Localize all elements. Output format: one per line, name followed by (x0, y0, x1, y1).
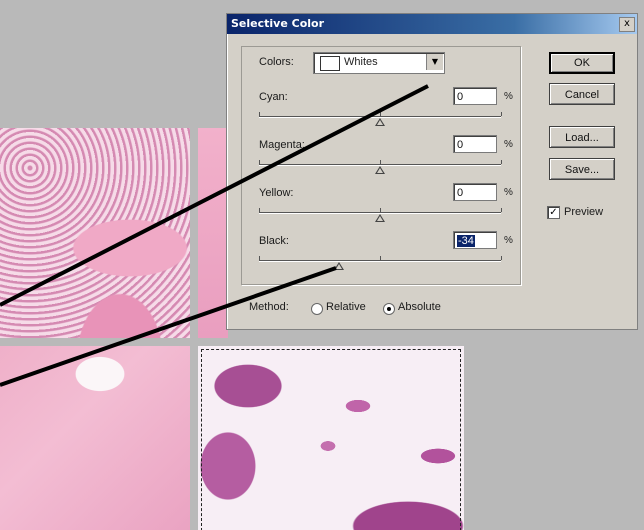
dropdown-arrow-icon[interactable]: ▼ (426, 54, 443, 70)
yellow-tick-right (501, 208, 502, 212)
ok-button[interactable]: OK (549, 52, 615, 74)
colors-dropdown[interactable]: Whites ▼ (313, 52, 445, 74)
load-button[interactable]: Load... (549, 126, 615, 148)
yellow-label: Yellow: (259, 187, 294, 199)
preview-checkbox-icon[interactable]: ✓ (547, 206, 560, 219)
black-tick-right (501, 256, 502, 260)
close-icon: x (624, 18, 630, 29)
colors-label: Colors: (259, 56, 294, 68)
cyan-tick-right (501, 112, 502, 116)
image-tile-top-left (0, 128, 190, 338)
absolute-radio-icon[interactable] (383, 303, 395, 315)
black-slider-thumb-icon[interactable] (333, 262, 344, 270)
relative-label[interactable]: Relative (326, 301, 366, 313)
selection-marquee[interactable] (201, 349, 461, 530)
preview-label[interactable]: Preview (564, 206, 603, 218)
yellow-input[interactable]: 0 (453, 183, 497, 201)
magenta-unit: % (504, 139, 513, 150)
black-input[interactable]: -34 (453, 231, 497, 249)
magenta-slider-thumb-icon[interactable] (375, 166, 385, 174)
cyan-input[interactable]: 0 (453, 87, 497, 105)
cyan-tick-left (259, 112, 260, 116)
relative-radio-icon[interactable] (311, 303, 323, 315)
yellow-tick-mid (380, 208, 381, 212)
method-label: Method: (249, 301, 289, 313)
black-tick-left (259, 256, 260, 260)
magenta-tick-mid (380, 160, 381, 164)
dialog-title: Selective Color (231, 17, 325, 30)
black-slider-track[interactable] (259, 260, 501, 262)
magenta-tick-right (501, 160, 502, 164)
selective-color-dialog: Selective Color x Colors: Whites ▼ Cyan:… (226, 13, 638, 330)
cyan-slider-thumb-icon[interactable] (375, 118, 385, 126)
magenta-value: 0 (457, 139, 464, 151)
magenta-tick-left (259, 160, 260, 164)
yellow-value: 0 (457, 187, 464, 199)
black-unit: % (504, 235, 513, 246)
dialog-titlebar[interactable]: Selective Color x (227, 14, 637, 34)
color-swatch (320, 56, 340, 71)
yellow-tick-left (259, 208, 260, 212)
cyan-unit: % (504, 91, 513, 102)
magenta-input[interactable]: 0 (453, 135, 497, 153)
image-tile-bottom-left (0, 346, 190, 530)
cyan-tick-mid (380, 112, 381, 116)
photoshop-workspace: Selective Color x Colors: Whites ▼ Cyan:… (0, 0, 644, 530)
cancel-button[interactable]: Cancel (549, 83, 615, 105)
absolute-label[interactable]: Absolute (398, 301, 441, 313)
close-button[interactable]: x (619, 17, 635, 32)
black-label: Black: (259, 235, 289, 247)
save-button[interactable]: Save... (549, 158, 615, 180)
cyan-value: 0 (457, 91, 464, 103)
magenta-label: Magenta: (259, 139, 305, 151)
yellow-unit: % (504, 187, 513, 198)
black-value: -34 (457, 235, 475, 247)
cyan-label: Cyan: (259, 91, 288, 103)
image-tile-top-middle (198, 128, 228, 338)
colors-dropdown-value: Whites (344, 56, 378, 68)
black-tick-mid (380, 256, 381, 260)
yellow-slider-thumb-icon[interactable] (375, 214, 385, 222)
preview-check-glyph: ✓ (549, 207, 558, 218)
